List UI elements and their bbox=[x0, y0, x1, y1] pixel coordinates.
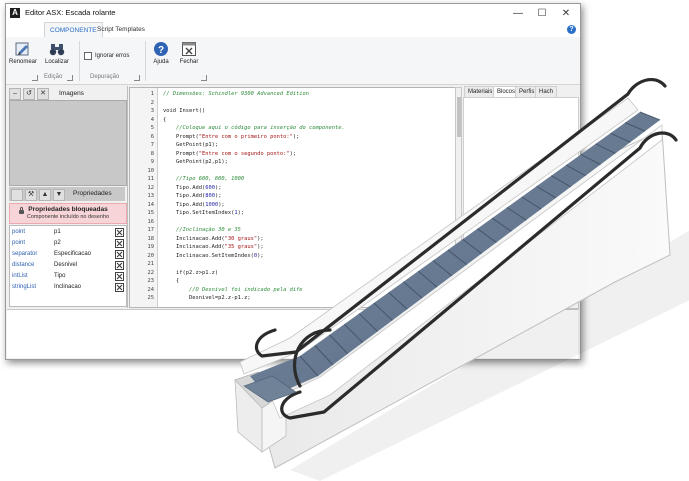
escalator-3d-render bbox=[234, 77, 689, 481]
